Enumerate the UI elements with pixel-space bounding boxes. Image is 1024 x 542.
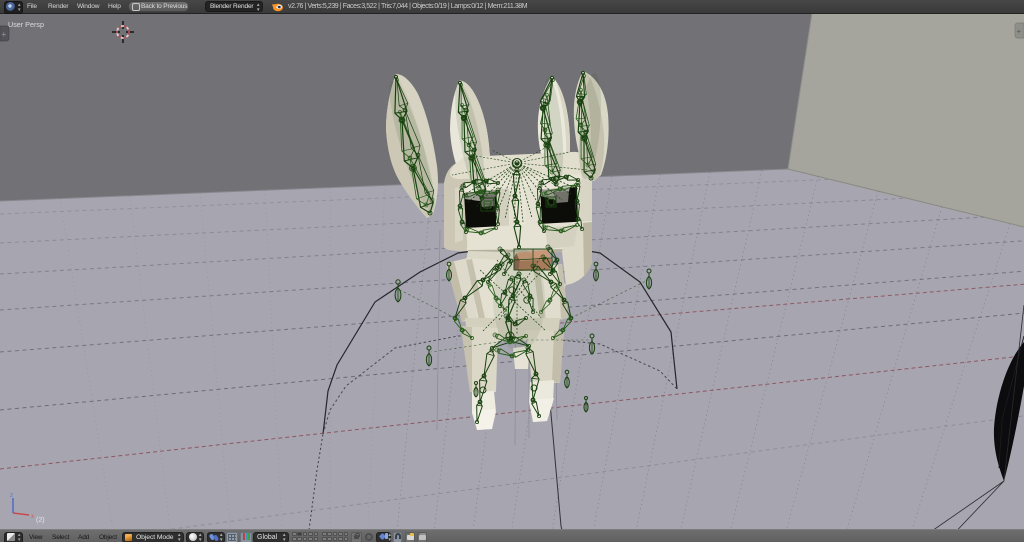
svg-text:+: + — [1017, 27, 1022, 36]
svg-text:(2): (2) — [36, 517, 45, 524]
svg-text:User Persp: User Persp — [8, 20, 44, 29]
svg-text:+: + — [2, 30, 7, 39]
svg-text:z: z — [10, 492, 13, 499]
